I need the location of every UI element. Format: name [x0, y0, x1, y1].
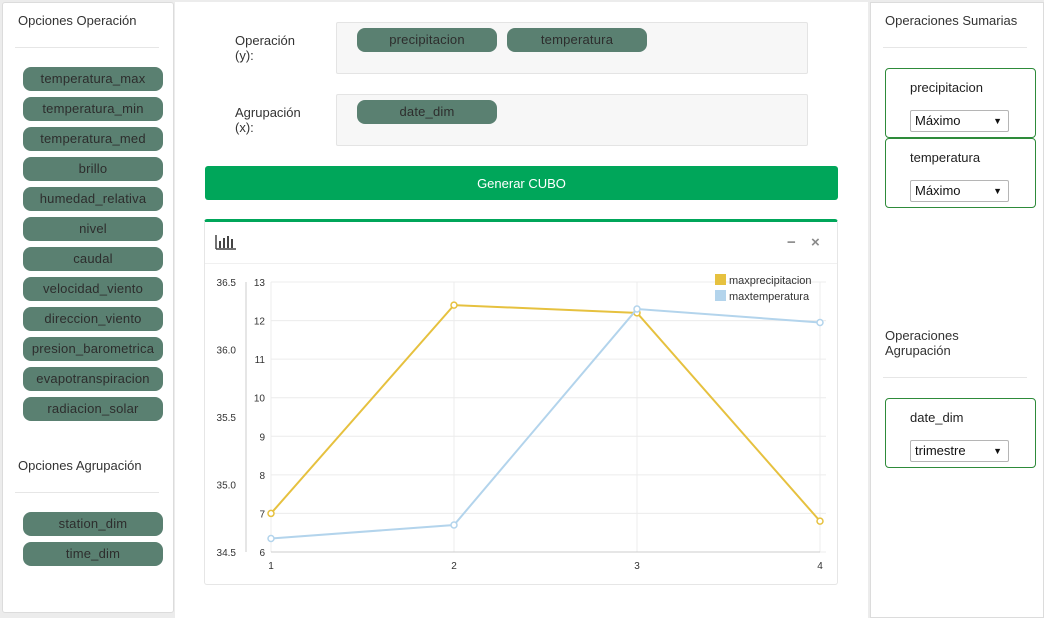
aggregation-box-temperatura: temperatura Máximo ▼ — [885, 138, 1036, 208]
x-tick-label: 1 — [268, 561, 274, 572]
y-outer-tick-label: 35.5 — [217, 413, 237, 424]
data-point-maxtemperatura — [816, 318, 824, 327]
operation-label-line1: Operación — [235, 33, 295, 48]
pill-nivel[interactable]: nivel — [23, 217, 163, 241]
chevron-down-icon: ▼ — [993, 116, 1002, 126]
series-line-maxprecipitacion — [270, 304, 821, 522]
pill-time-dim[interactable]: time_dim — [23, 542, 163, 566]
pill-station-dim[interactable]: station_dim — [23, 512, 163, 536]
generate-cube-button[interactable]: Generar CUBO — [205, 166, 838, 200]
pill-radiacion-solar[interactable]: radiacion_solar — [23, 397, 163, 421]
aggregation-select-value: Máximo — [915, 183, 961, 198]
y-inner-tick-label: 6 — [259, 548, 265, 559]
grouping-label-line1: Agrupación — [235, 105, 301, 120]
divider — [15, 492, 159, 493]
y-outer-tick-label: 34.5 — [217, 548, 237, 559]
chevron-down-icon: ▼ — [993, 186, 1002, 196]
pill-presion-barometrica[interactable]: presion_barometrica — [23, 337, 163, 361]
data-point-maxtemperatura — [267, 534, 275, 543]
data-point-maxprecipitacion — [267, 509, 275, 518]
pill-selected-precipitacion[interactable]: precipitacion — [357, 28, 497, 52]
divider — [883, 47, 1027, 48]
minimize-icon[interactable]: − — [787, 234, 796, 251]
y-inner-tick-label: 13 — [254, 278, 266, 289]
divider — [883, 377, 1027, 378]
operation-label-line2: (y): — [235, 48, 254, 63]
legend-label: maxprecipitacion — [729, 275, 812, 287]
pill-temperatura-max[interactable]: temperatura_max — [23, 67, 163, 91]
operation-dropzone[interactable]: precipitacion temperatura — [336, 22, 808, 74]
aggregation-field-name: date_dim — [910, 410, 964, 425]
x-tick-label: 3 — [634, 561, 640, 572]
grouping-operations-title-line2: Agrupación — [885, 343, 951, 358]
legend-swatch — [715, 290, 726, 301]
y-inner-tick-label: 8 — [259, 471, 265, 482]
operation-y-label: Operación (y): — [235, 33, 295, 63]
grouping-label-line2: (x): — [235, 120, 254, 135]
pill-temperatura-med[interactable]: temperatura_med — [23, 127, 163, 151]
aggregation-field-name: temperatura — [910, 150, 981, 165]
aggregation-select-value: Máximo — [915, 113, 961, 128]
chevron-down-icon: ▼ — [993, 446, 1002, 456]
y-outer-tick-label: 36.5 — [217, 278, 237, 289]
data-point-maxprecipitacion — [816, 517, 824, 525]
grouping-options-title: Opciones Agrupación — [18, 458, 142, 473]
pill-caudal[interactable]: caudal — [23, 247, 163, 271]
aggregation-box-date-dim: date_dim trimestre ▼ — [885, 398, 1036, 468]
operation-options-panel: Opciones Operación temperatura_maxtemper… — [2, 2, 174, 613]
main-panel: Operación (y): precipitacion temperatura … — [175, 2, 868, 618]
series-line-maxtemperatura — [270, 307, 821, 540]
y-inner-tick-label: 7 — [259, 509, 265, 520]
summary-panel: Operaciones Sumarias precipitacion Máximo… — [870, 2, 1044, 618]
legend-swatch — [715, 274, 726, 285]
line-chart: 6789101112131 2 3 434.535.035.536.036.5 maxp… — [217, 274, 826, 572]
x-tick-label: 2 — [451, 561, 457, 572]
data-point-maxtemperatura — [633, 305, 641, 313]
y-inner-tick-label: 12 — [254, 317, 266, 328]
y-inner-tick-label: 11 — [255, 355, 266, 366]
x-tick-label: 4 — [817, 561, 823, 572]
y-outer-tick-label: 35.0 — [217, 481, 237, 492]
y-outer-tick-label: 36.0 — [217, 346, 237, 357]
pill-selected-date-dim[interactable]: date_dim — [357, 100, 497, 124]
operation-options-title: Opciones Operación — [18, 13, 137, 28]
legend-label: maxtemperatura — [729, 291, 810, 303]
aggregation-field-name: precipitacion — [910, 80, 983, 95]
aggregation-box-precipitacion: precipitacion Máximo ▼ — [885, 68, 1036, 138]
divider — [15, 47, 159, 48]
pill-selected-temperatura[interactable]: temperatura — [507, 28, 647, 52]
pill-evapotranspiracion[interactable]: evapotranspiracion — [23, 367, 163, 391]
pill-temperatura-min[interactable]: temperatura_min — [23, 97, 163, 121]
aggregation-select[interactable]: Máximo ▼ — [910, 180, 1009, 202]
pill-brillo[interactable]: brillo — [23, 157, 163, 181]
aggregation-select[interactable]: Máximo ▼ — [910, 110, 1009, 132]
y-inner-tick-label: 9 — [259, 432, 265, 443]
grouping-operations-title: Operaciones Agrupación — [885, 328, 959, 358]
bar-chart-icon[interactable] — [215, 234, 237, 250]
close-icon[interactable]: × — [811, 234, 820, 251]
grouping-x-label: Agrupación (x): — [235, 105, 301, 135]
grouping-operations-title-line1: Operaciones — [885, 328, 959, 343]
chart-header: − × — [205, 222, 837, 264]
pill-direccion-viento[interactable]: direccion_viento — [23, 307, 163, 331]
y-inner-tick-label: 10 — [254, 394, 266, 405]
data-point-maxtemperatura — [450, 521, 458, 529]
pill-velocidad-viento[interactable]: velocidad_viento — [23, 277, 163, 301]
chart-box: − × 6 7 8 9 10 11 12 13 1 2 3 4 34.5 35.0 35.5 36.0 36.5… — [204, 219, 838, 585]
grouping-dropzone[interactable]: date_dim — [336, 94, 808, 146]
aggregation-select-value: trimestre — [915, 443, 966, 458]
summary-operations-title: Operaciones Sumarias — [885, 13, 1018, 28]
aggregation-select[interactable]: trimestre ▼ — [910, 440, 1009, 462]
pill-humedad-relativa[interactable]: humedad_relativa — [23, 187, 163, 211]
data-point-maxprecipitacion — [450, 301, 458, 309]
